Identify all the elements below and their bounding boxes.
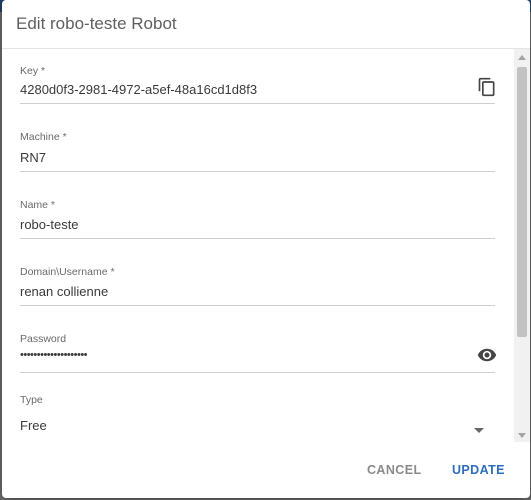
password-value[interactable]: •••••••••••••••••••• (20, 349, 88, 361)
machine-value[interactable]: RN7 (20, 150, 46, 165)
cancel-button[interactable]: CANCEL (361, 456, 427, 484)
name-field[interactable]: Name * robo-teste (20, 171, 495, 239)
machine-field[interactable]: Machine * RN7 (20, 103, 495, 172)
machine-label: Machine * (20, 131, 67, 143)
update-button[interactable]: UPDATE (446, 456, 511, 484)
dialog-title: Edit robo-teste Robot (2, 0, 530, 49)
dropdown-arrow-icon[interactable] (474, 421, 484, 433)
dialog-content: Key * 4280d0f3-2981-4972-a5ef-48a16cd1d8… (2, 49, 512, 442)
type-label: Type (20, 394, 43, 406)
username-value[interactable]: renan collienne (20, 284, 108, 299)
key-value[interactable]: 4280d0f3-2981-4972-a5ef-48a16cd1d8f3 (20, 82, 257, 97)
key-field[interactable]: Key * 4280d0f3-2981-4972-a5ef-48a16cd1d8… (20, 49, 495, 104)
dialog-actions: CANCEL UPDATE (2, 442, 530, 498)
password-label: Password (20, 333, 67, 345)
password-field[interactable]: Password •••••••••••••••••••• (20, 305, 497, 373)
username-field[interactable]: Domain\Username * renan collienne (20, 238, 495, 306)
username-label: Domain\Username * (20, 266, 115, 278)
copy-icon[interactable] (477, 77, 497, 97)
type-select[interactable]: Type Free (20, 372, 495, 442)
edit-robot-dialog: Edit robo-teste Robot Key * 4280d0f3-298… (2, 0, 530, 498)
scroll-down-arrow-icon[interactable] (518, 433, 526, 438)
scrollbar-thumb[interactable] (517, 67, 527, 337)
name-label: Name * (20, 199, 56, 211)
type-value[interactable]: Free (20, 418, 47, 433)
scroll-up-arrow-icon[interactable] (518, 55, 526, 60)
key-label: Key * (20, 65, 46, 77)
eye-icon[interactable] (477, 345, 497, 365)
name-value[interactable]: robo-teste (20, 217, 79, 232)
vertical-scrollbar[interactable] (514, 49, 530, 442)
